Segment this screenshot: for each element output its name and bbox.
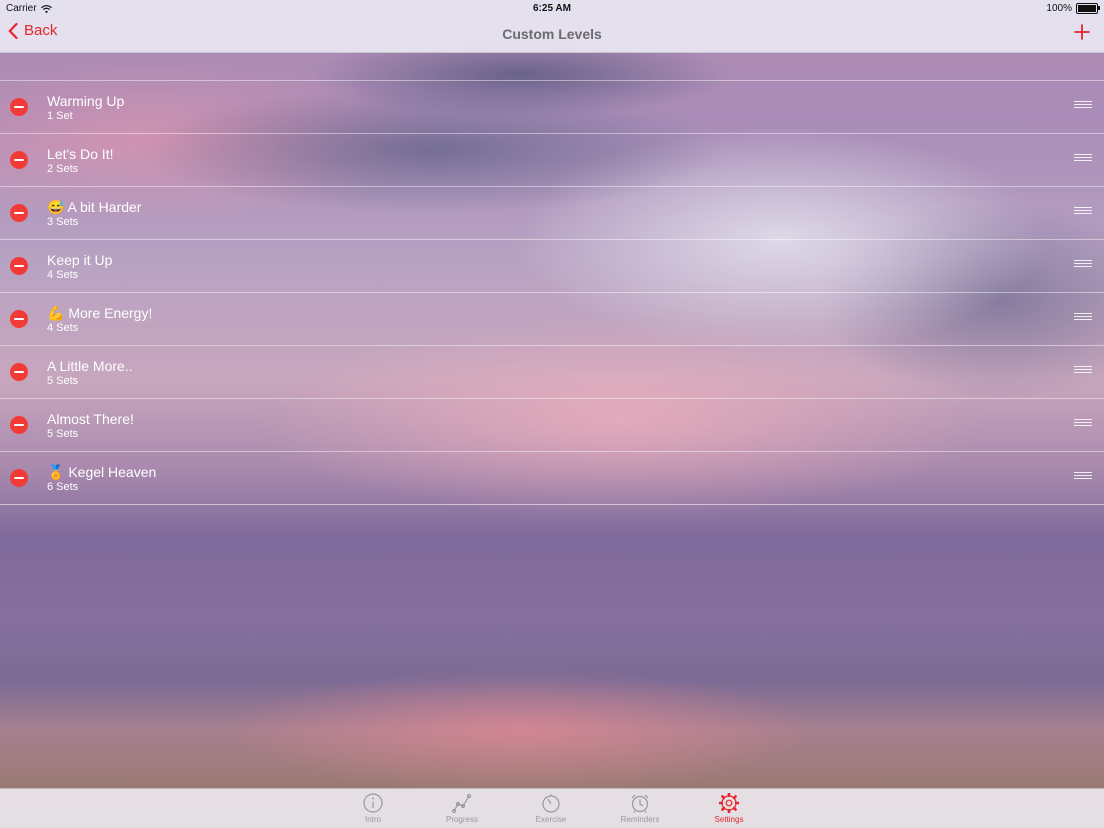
nav-bar: Back Custom Levels xyxy=(0,18,1104,52)
levels-list: Warming Up 1 Set Let's Do It! 2 Sets 😅 A bit… xyxy=(0,80,1104,505)
level-sets: 5 Sets xyxy=(47,428,79,440)
alarm-clock-icon xyxy=(600,793,680,813)
tab-label: Reminders xyxy=(620,815,660,824)
list-item[interactable]: Almost There! 5 Sets xyxy=(0,399,1104,452)
status-bar: Carrier 6:25 AM 100% xyxy=(0,0,1104,18)
list-item[interactable]: A Little More.. 5 Sets xyxy=(0,346,1104,399)
battery-icon xyxy=(1076,3,1100,14)
delete-button[interactable] xyxy=(10,363,28,381)
delete-button[interactable] xyxy=(10,204,28,222)
tab-bar: Intro Progress Exercise Reminders Settings xyxy=(0,788,1104,828)
level-sets: 2 Sets xyxy=(47,163,79,175)
stopwatch-icon xyxy=(511,793,591,813)
list-item[interactable]: Warming Up 1 Set xyxy=(0,81,1104,134)
progress-graph-icon xyxy=(422,793,502,813)
tab-exercise[interactable]: Exercise xyxy=(511,791,591,824)
plus-icon xyxy=(1074,24,1090,40)
tab-label: Intro xyxy=(364,815,381,824)
reorder-handle-icon[interactable] xyxy=(1074,260,1092,270)
list-item[interactable]: 💪 More Energy! 4 Sets xyxy=(0,293,1104,346)
level-sets: 3 Sets xyxy=(47,216,79,228)
level-sets: 4 Sets xyxy=(47,269,79,281)
level-title: 😅 A bit Harder xyxy=(47,199,142,215)
list-item[interactable]: 🏅 Kegel Heaven 6 Sets xyxy=(0,452,1104,505)
tab-intro[interactable]: Intro xyxy=(333,791,413,824)
level-sets: 5 Sets xyxy=(47,375,79,387)
delete-button[interactable] xyxy=(10,416,28,434)
info-icon xyxy=(333,793,413,813)
tab-label: Exercise xyxy=(535,815,567,824)
status-time: 6:25 AM xyxy=(533,3,571,14)
page-title: Custom Levels xyxy=(502,26,602,42)
tab-settings[interactable]: Settings xyxy=(689,791,769,824)
delete-button[interactable] xyxy=(10,151,28,169)
level-sets: 6 Sets xyxy=(47,481,79,493)
top-bar: Carrier 6:25 AM 100% Back Custom Levels xyxy=(0,0,1104,53)
tab-label: Settings xyxy=(714,815,744,824)
reorder-handle-icon[interactable] xyxy=(1074,472,1092,482)
list-item[interactable]: 😅 A bit Harder 3 Sets xyxy=(0,187,1104,240)
delete-button[interactable] xyxy=(10,469,28,487)
reorder-handle-icon[interactable] xyxy=(1074,313,1092,323)
delete-button[interactable] xyxy=(10,310,28,328)
reorder-handle-icon[interactable] xyxy=(1074,154,1092,164)
tab-label: Progress xyxy=(445,815,478,824)
level-title: Let's Do It! xyxy=(47,146,114,162)
tab-reminders[interactable]: Reminders xyxy=(600,791,680,824)
level-title: A Little More.. xyxy=(47,358,133,374)
delete-button[interactable] xyxy=(10,257,28,275)
reorder-handle-icon[interactable] xyxy=(1074,207,1092,217)
tab-progress[interactable]: Progress xyxy=(422,791,502,824)
level-title: 🏅 Kegel Heaven xyxy=(47,464,157,480)
delete-button[interactable] xyxy=(10,98,28,116)
list-item[interactable]: Keep it Up 4 Sets xyxy=(0,240,1104,293)
battery-percent: 100% xyxy=(1046,3,1072,14)
level-title: 💪 More Energy! xyxy=(47,305,153,321)
level-sets: 4 Sets xyxy=(47,322,79,334)
level-title: Almost There! xyxy=(47,411,134,427)
add-level-button[interactable] xyxy=(1074,24,1090,45)
screen: Carrier 6:25 AM 100% Back Custom Levels … xyxy=(0,0,1104,828)
level-title: Warming Up xyxy=(47,93,125,109)
reorder-handle-icon[interactable] xyxy=(1074,366,1092,376)
gear-icon xyxy=(689,793,769,813)
level-title: Keep it Up xyxy=(47,252,113,268)
level-sets: 1 Set xyxy=(47,110,73,122)
reorder-handle-icon[interactable] xyxy=(1074,419,1092,429)
reorder-handle-icon[interactable] xyxy=(1074,101,1092,111)
status-battery: 100% xyxy=(1046,3,1100,14)
list-item[interactable]: Let's Do It! 2 Sets xyxy=(0,134,1104,187)
